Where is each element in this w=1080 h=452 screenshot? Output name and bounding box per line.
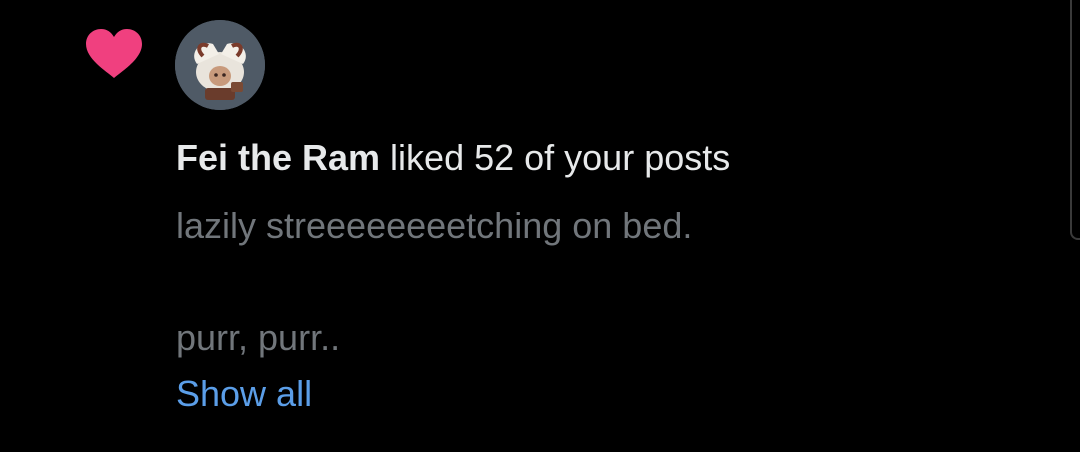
like-notification[interactable]: Fei the Ram liked 52 of your posts lazil… <box>0 0 1080 452</box>
show-all-link[interactable]: Show all <box>176 372 312 416</box>
user-avatar[interactable] <box>175 20 265 110</box>
notification-headline: Fei the Ram liked 52 of your posts <box>176 136 730 180</box>
notification-action-text: liked 52 of your posts <box>380 137 731 178</box>
scrollbar[interactable] <box>1070 0 1080 240</box>
post-preview[interactable]: lazily streeeeeeeetching on bed. purr, p… <box>176 204 692 360</box>
heart-icon <box>84 28 144 80</box>
user-name-link[interactable]: Fei the Ram <box>176 137 380 178</box>
post-preview-line: lazily streeeeeeeetching on bed. <box>176 205 693 246</box>
post-preview-line: purr, purr.. <box>176 317 341 358</box>
